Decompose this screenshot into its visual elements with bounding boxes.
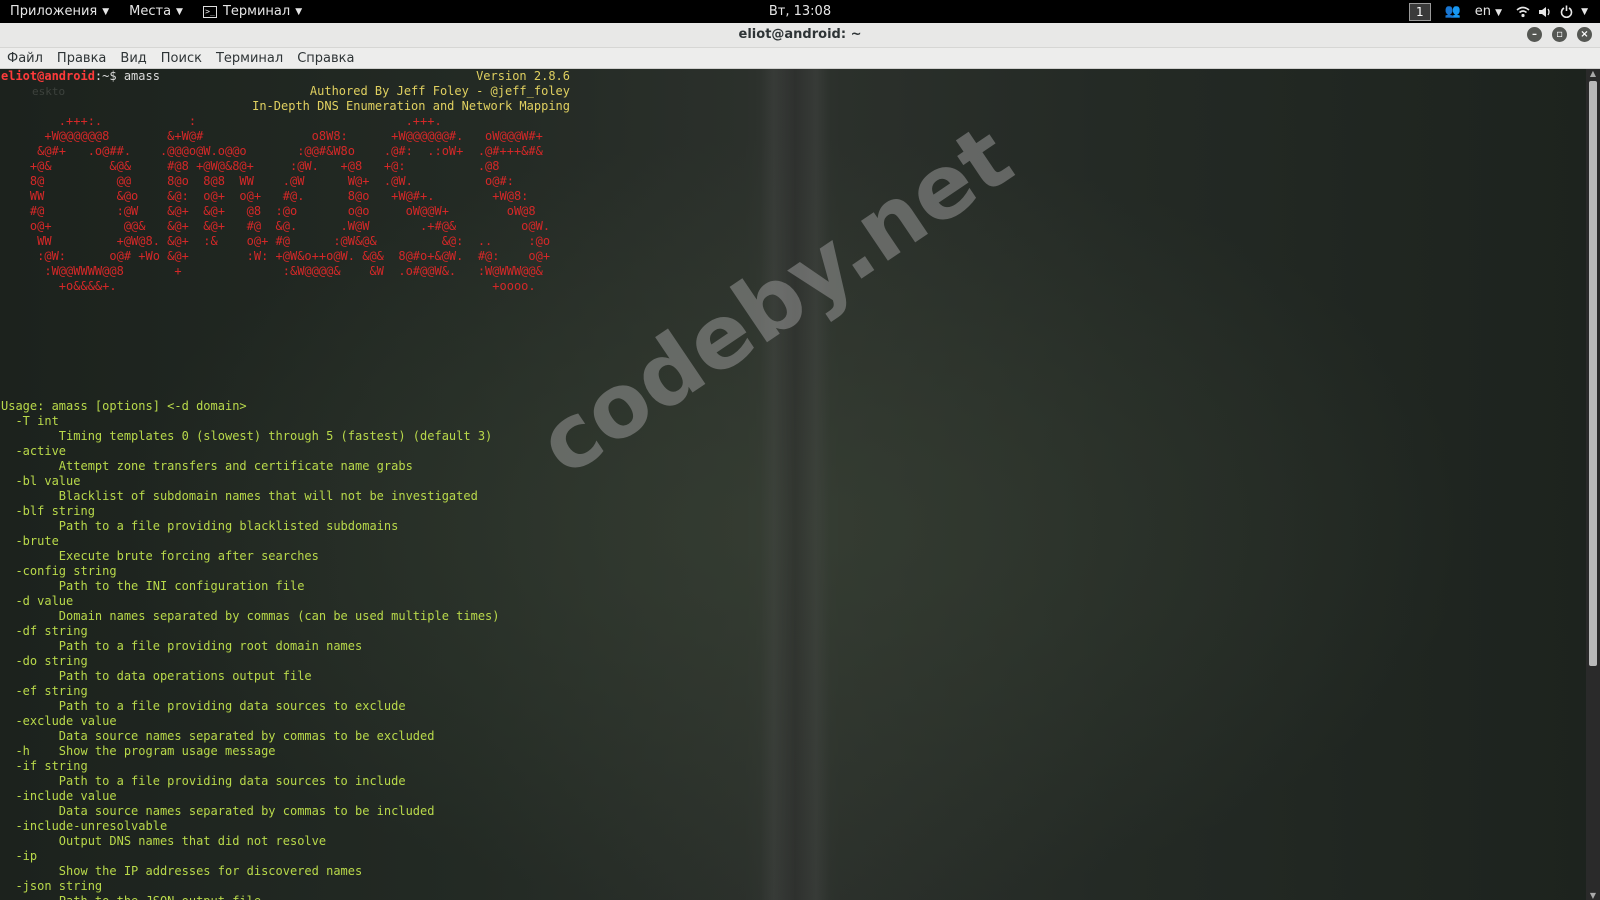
language-label: en (1474, 4, 1492, 19)
background-road (760, 69, 830, 900)
minimize-button[interactable]: – (1527, 27, 1542, 42)
menu-search[interactable]: Поиск (154, 51, 209, 66)
clock[interactable]: Вт, 13:08 (769, 4, 831, 19)
chevron-down-icon: ▼ (1495, 8, 1503, 18)
chevron-down-icon: ▼ (102, 6, 110, 17)
terminal-app-label: Терминал (222, 4, 291, 19)
terminal-output[interactable]: eliot@android:~$ amass eskto .+++:. : .+… (0, 69, 1586, 900)
places-menu[interactable]: Места ▼ (119, 0, 193, 23)
scroll-up-icon[interactable]: ▲ (1586, 69, 1600, 78)
scroll-down-icon[interactable]: ▼ (1586, 891, 1600, 900)
menu-file[interactable]: Файл (0, 51, 50, 66)
menu-terminal[interactable]: Терминал (209, 51, 290, 66)
chevron-down-icon: ▼ (295, 6, 303, 17)
terminal-menubar: Файл Правка Вид Поиск Терминал Справка (0, 48, 1600, 69)
usage-text: Usage: amass [options] <-d domain> -T in… (1, 399, 500, 900)
terminal-app-menu[interactable]: >_ Терминал ▼ (193, 0, 312, 23)
window-controls: – ▫ × (1527, 27, 1592, 42)
maximize-button[interactable]: ▫ (1552, 27, 1567, 42)
status-area: 1 👥 en ▼ ▼ (1408, 0, 1600, 23)
workspace-indicator[interactable]: 1 (1408, 2, 1431, 21)
applications-label: Приложения (10, 4, 98, 19)
window-title: eliot@android: ~ (738, 27, 862, 42)
wifi-icon (1516, 6, 1530, 17)
system-menu[interactable]: ▼ (1516, 5, 1588, 18)
terminal-icon: >_ (202, 5, 217, 18)
prompt-user: eliot@android (1, 69, 95, 83)
volume-icon (1539, 6, 1550, 17)
background-ghost-text: eskto (32, 85, 66, 98)
chevron-down-icon: ▼ (176, 6, 183, 17)
people-icon[interactable]: 👥 (1445, 4, 1461, 19)
author-line: Authored By Jeff Foley - @jeff_foley (309, 84, 570, 98)
tagline-line: In-Depth DNS Enumeration and Network Map… (252, 99, 570, 113)
top-panel: Приложения ▼ Места ▼ >_ Терминал ▼ Вт, 13:08… (0, 0, 1600, 23)
close-button[interactable]: × (1577, 27, 1592, 42)
menu-help[interactable]: Справка (290, 51, 361, 66)
terminal-scrollbar[interactable]: ▲ ▼ (1586, 69, 1600, 900)
prompt-command: :~$ amass (94, 69, 160, 83)
power-icon (1560, 5, 1573, 18)
scrollbar-thumb[interactable] (1589, 81, 1597, 666)
chevron-down-icon: ▼ (1581, 6, 1588, 17)
command-prompt: eliot@android:~$ amass (1, 69, 160, 84)
language-menu[interactable]: en ▼ (1475, 4, 1502, 19)
places-label: Места (129, 4, 172, 19)
window-titlebar[interactable]: eliot@android: ~ – ▫ × (0, 23, 1600, 48)
menu-view[interactable]: Вид (113, 51, 153, 66)
menu-edit[interactable]: Правка (50, 51, 113, 66)
applications-menu[interactable]: Приложения ▼ (0, 0, 119, 23)
amass-ascii-banner: .+++:. : .+++. +W@@@@@@8 &+W@# o8W8: +W@… (29, 114, 551, 293)
